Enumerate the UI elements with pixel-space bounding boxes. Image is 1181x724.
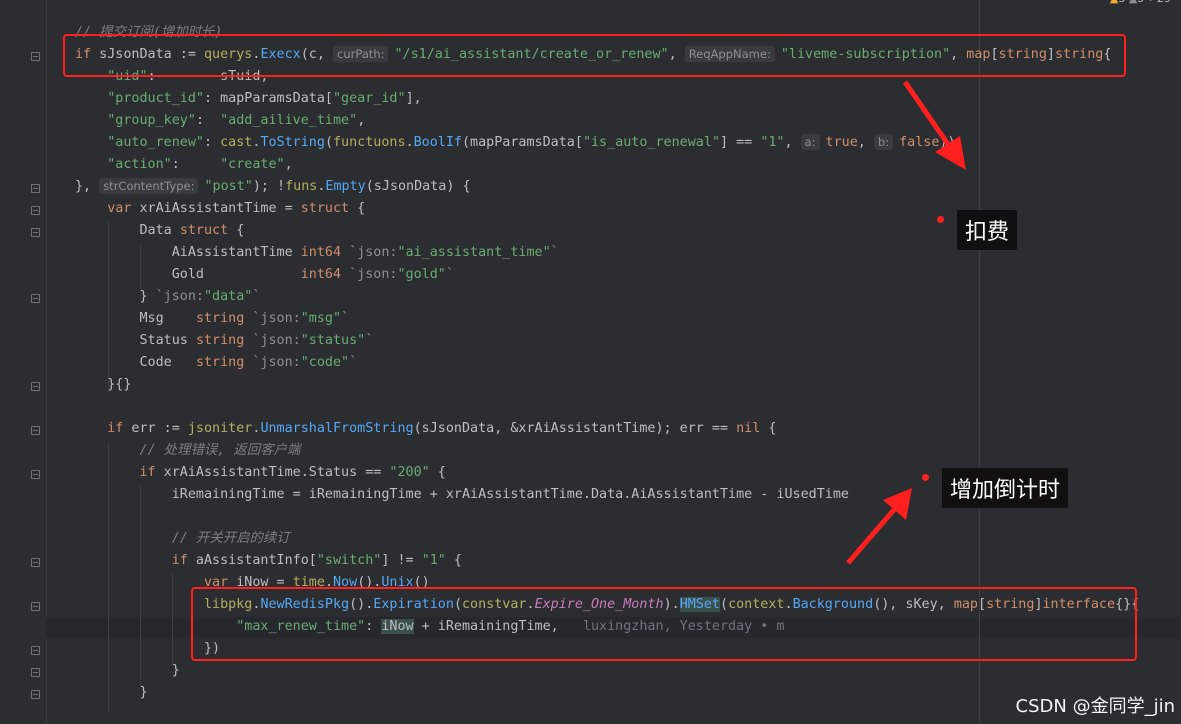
annotation-arrows [846, 80, 966, 565]
annotation-note-charge: 扣费 [957, 210, 1018, 250]
watermark: CSDN @金同学_jin [1015, 696, 1175, 717]
arrow-down-right [902, 80, 966, 170]
code-editor[interactable]: ▲3 ▲5 ✓29 // 提交订阅(增加时长) if sJsonData := … [0, 0, 1181, 724]
arrow-up-right [846, 488, 912, 565]
annotation-dot [922, 474, 929, 481]
annotation-note-countdown: 增加倒计时 [942, 468, 1069, 508]
annotation-dot [937, 216, 944, 223]
